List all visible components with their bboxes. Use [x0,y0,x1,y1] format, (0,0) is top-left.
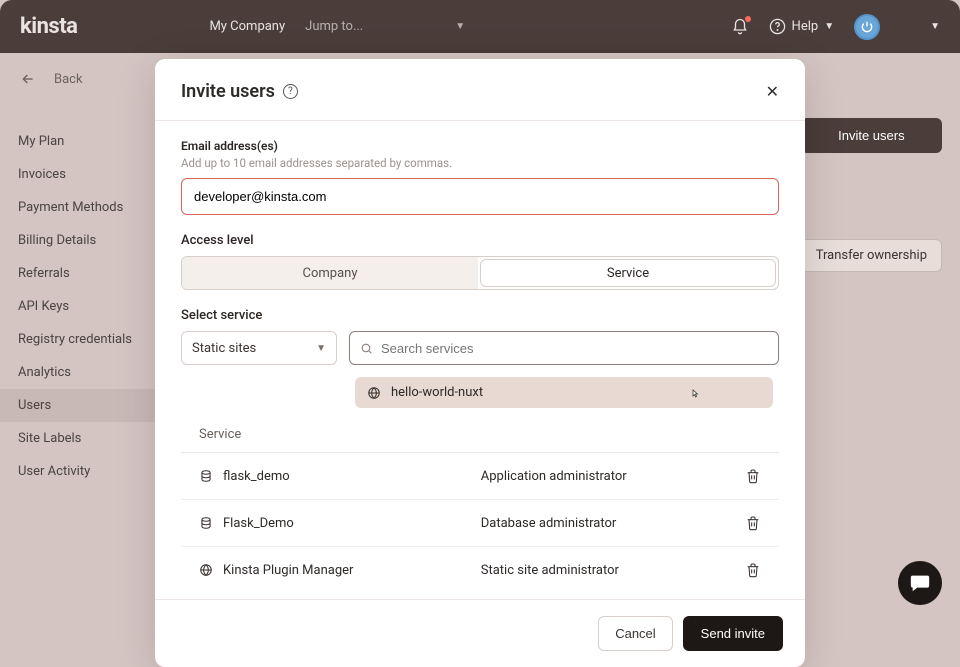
database-icon [199,469,213,483]
selected-services-table: Service flask_demo Application administr… [181,417,779,593]
help-label: Help [792,19,819,34]
sidebar-item-analytics[interactable]: Analytics [0,356,160,389]
email-input[interactable] [181,178,779,215]
logo: kinsta [20,14,77,39]
globe-icon [367,386,381,400]
sidebar-item-users[interactable]: Users [0,389,160,422]
cancel-button[interactable]: Cancel [598,616,672,651]
sidebar-item-site-labels[interactable]: Site Labels [0,422,160,455]
chat-widget[interactable] [898,561,942,605]
select-service-label: Select service [181,308,779,323]
modal-header: Invite users ? ✕ [155,59,805,121]
sidebar-item-my-plan[interactable]: My Plan [0,125,160,158]
sidebar-item-billing-details[interactable]: Billing Details [0,224,160,257]
send-invite-button[interactable]: Send invite [683,616,783,651]
dropdown-item-label: hello-world-nuxt [391,385,483,400]
sidebar-item-invoices[interactable]: Invoices [0,158,160,191]
modal-body: Email address(es) Add up to 10 email add… [155,121,805,599]
trash-icon[interactable] [745,561,761,579]
service-row: flask_demo Application administrator [181,453,779,500]
modal-title: Invite users [181,81,275,102]
database-icon [199,516,213,530]
account-avatar[interactable] [854,14,880,40]
access-level-segment: Company Service [181,256,779,290]
notifications-button[interactable] [731,18,749,36]
access-level-label: Access level [181,233,779,248]
service-name: Flask_Demo [223,516,294,531]
sidebar-item-referrals[interactable]: Referrals [0,257,160,290]
sidebar-item-user-activity[interactable]: User Activity [0,455,160,488]
main-actions: Invite users Transfer ownership [801,118,942,272]
sidebar-item-payment-methods[interactable]: Payment Methods [0,191,160,224]
sidebar-item-api-keys[interactable]: API Keys [0,290,160,323]
search-services-box[interactable] [349,331,779,365]
modal-footer: Cancel Send invite [155,599,805,667]
dropdown-item-hello-world-nuxt[interactable]: hello-world-nuxt [355,377,773,408]
arrow-left-icon[interactable] [20,71,36,87]
search-icon [360,342,373,355]
power-icon [860,20,874,34]
help-icon[interactable]: ? [283,84,298,99]
service-role: Application administrator [481,469,733,484]
trash-icon[interactable] [745,514,761,532]
jump-to-label: Jump to... [305,19,363,34]
service-role: Database administrator [481,516,733,531]
globe-icon [199,563,213,577]
chat-icon [909,572,931,594]
topbar-right: Help ▼ ▼ [731,14,940,40]
notification-dot [745,16,751,22]
chevron-down-icon: ▼ [316,343,326,354]
transfer-ownership-button[interactable]: Transfer ownership [801,239,942,272]
topbar: kinsta My Company Jump to... ▼ Help ▼ ▼ [0,0,960,53]
service-row: Flask_Demo Database administrator [181,500,779,547]
search-services-input[interactable] [381,341,768,356]
help-icon [769,18,786,35]
back-label[interactable]: Back [54,72,83,87]
cursor-pointer-icon [689,387,701,401]
segment-company[interactable]: Company [182,257,478,289]
table-header-service: Service [181,417,779,453]
service-role: Static site administrator [481,563,733,578]
service-name: Kinsta Plugin Manager [223,563,353,578]
services-dropdown: hello-world-nuxt [349,371,779,414]
trash-icon[interactable] [745,467,761,485]
email-label: Email address(es) [181,139,779,153]
invite-users-button[interactable]: Invite users [801,118,942,153]
select-service-row: Static sites ▼ hello-world-nuxt [181,331,779,365]
email-hint: Add up to 10 email addresses separated b… [181,156,779,170]
service-row: Kinsta Plugin Manager Static site admini… [181,547,779,593]
sidebar-item-registry-credentials[interactable]: Registry credentials [0,323,160,356]
sidebar: My Plan Invoices Payment Methods Billing… [0,125,160,488]
service-type-select[interactable]: Static sites ▼ [181,331,337,365]
company-name[interactable]: My Company [209,19,285,34]
segment-service[interactable]: Service [480,259,776,287]
service-name: flask_demo [223,469,290,484]
invite-users-modal: Invite users ? ✕ Email address(es) Add u… [155,59,805,667]
close-icon[interactable]: ✕ [766,82,779,101]
chevron-down-icon: ▼ [824,21,834,32]
service-type-value: Static sites [192,341,256,356]
chevron-down-icon[interactable]: ▼ [930,21,940,32]
jump-to-selector[interactable]: Jump to... ▼ [305,19,465,34]
help-menu[interactable]: Help ▼ [769,18,835,35]
chevron-down-icon: ▼ [455,21,465,32]
